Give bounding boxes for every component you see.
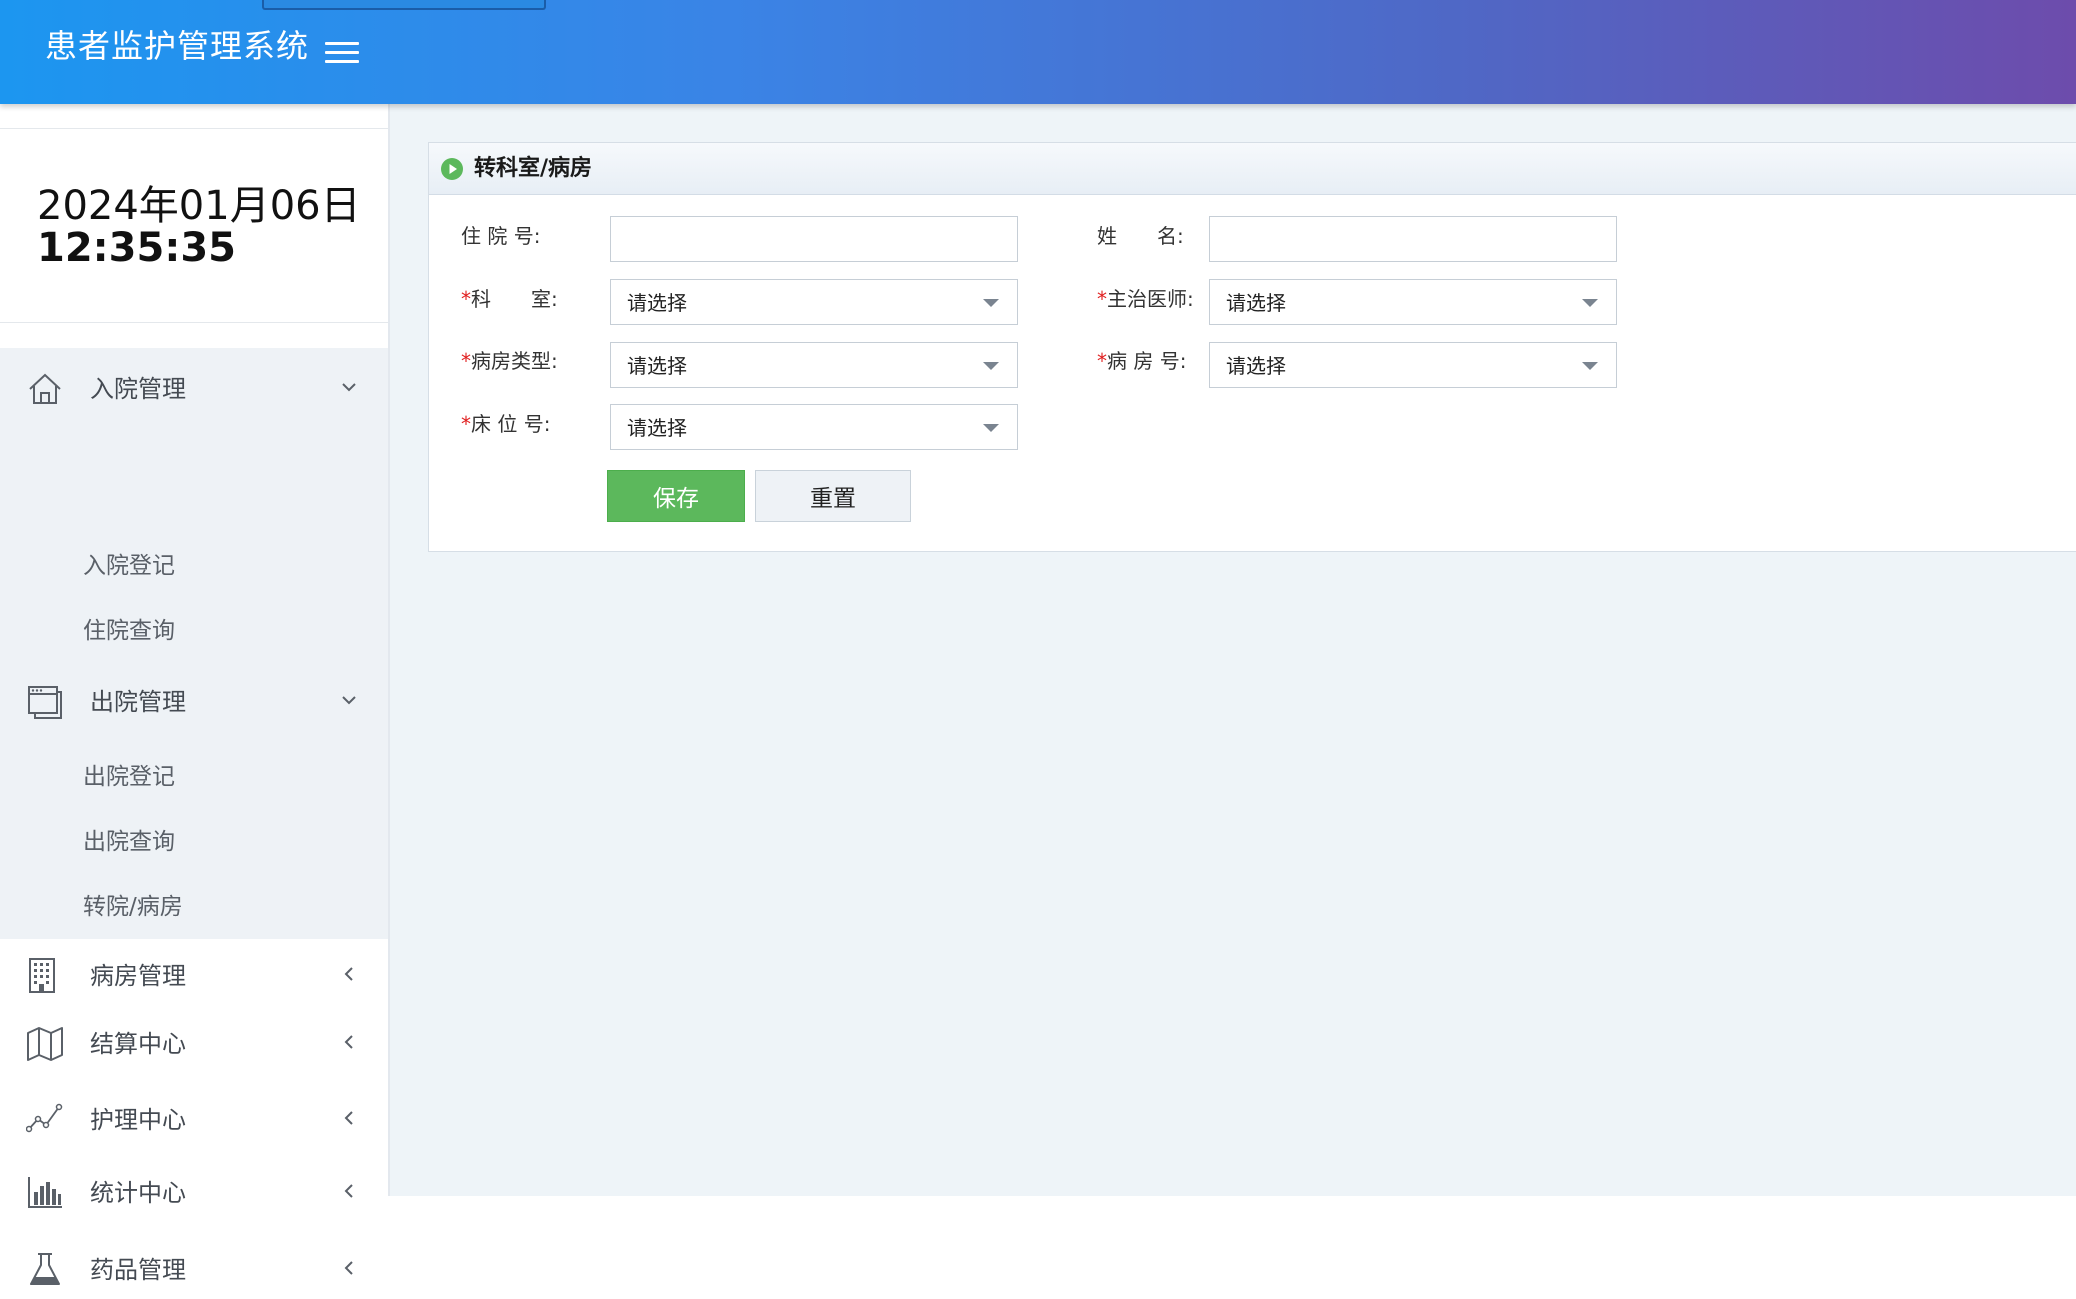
sidebar-item-label: 护理中心 [90,1106,186,1134]
sidebar-item-discharge[interactable]: 出院管理 [0,671,388,731]
bed-no-label: *床 位 号: [461,412,551,436]
caret-down-icon [983,424,999,432]
play-circle-icon [441,158,463,180]
department-select[interactable]: 请选择 [610,279,1018,325]
required-mark: * [461,412,471,436]
clock: 2024年01月06日 12:35:35 [37,184,361,268]
sidebar-subitem-discharge-register[interactable]: 出院登记 [0,747,388,807]
admission-no-label: 住 院 号: [461,224,541,248]
sidebar-item-medicine[interactable]: 药品管理 [0,1239,388,1299]
sidebar-item-label: 药品管理 [90,1256,186,1284]
main-content: 转科室/病房 住 院 号: 姓 名: *科 室: 请选择 *主治医师: 请选择 … [390,104,2076,1196]
chevron-left-icon [344,1261,353,1275]
app-title: 患者监护管理系统 [45,27,310,65]
sidebar-item-admission[interactable]: 入院管理 [0,358,388,418]
doctor-label: *主治医师: [1097,287,1194,311]
bar-chart-icon [28,1177,62,1208]
sidebar-item-label: 病房管理 [90,962,186,990]
building-icon [29,958,55,993]
sidebar-item-label: 结算中心 [90,1030,186,1058]
select-value: 请选择 [627,416,687,440]
bed-no-select[interactable]: 请选择 [610,404,1018,450]
sidebar-item-nursing[interactable]: 护理中心 [0,1089,388,1149]
sidebar-item-label: 统计中心 [90,1179,186,1207]
chevron-left-icon [344,1111,353,1125]
ward-no-label: *病 房 号: [1097,349,1187,373]
select-value: 请选择 [627,354,687,378]
divider [0,128,388,129]
menu-toggle-icon[interactable] [325,40,359,66]
sidebar-item-label: 出院管理 [90,688,186,716]
sidebar-item-ward[interactable]: 病房管理 [0,945,388,1005]
sidebar-subitem-label: 出院查询 [83,829,175,855]
sidebar-subitem-admission-register[interactable]: 入院登记 [0,536,388,596]
line-chart-icon [26,1103,63,1133]
clock-time: 12:35:35 [37,225,236,271]
top-header: 患者监护管理系统 [0,0,2076,104]
admission-no-input[interactable] [610,216,1018,262]
doctor-select[interactable]: 请选择 [1209,279,1617,325]
caret-down-icon [1582,299,1598,307]
caret-down-icon [983,362,999,370]
chevron-left-icon [344,1184,353,1198]
sidebar-subitem-transfer-ward[interactable]: 转院/病房 [0,877,388,937]
required-mark: * [1097,287,1107,311]
chevron-left-icon [344,967,353,981]
reset-button[interactable]: 重置 [755,470,911,522]
ward-no-select[interactable]: 请选择 [1209,342,1617,388]
required-mark: * [1097,349,1107,373]
select-value: 请选择 [1226,291,1286,315]
chevron-down-icon [342,383,356,392]
chevron-left-icon [344,1035,353,1049]
caret-down-icon [1582,362,1598,370]
clock-date: 2024年01月06日 [37,183,361,229]
sidebar-subitem-label: 住院查询 [83,618,175,644]
sidebar-subitem-inpatient-query[interactable]: 住院查询 [0,601,388,661]
home-icon [29,373,61,404]
sidebar-subitem-label: 转院/病房 [83,894,183,920]
select-value: 请选择 [627,291,687,315]
window-icon [28,686,62,719]
required-mark: * [461,349,471,373]
transfer-panel: 转科室/病房 住 院 号: 姓 名: *科 室: 请选择 *主治医师: 请选择 … [428,142,2076,552]
panel-header: 转科室/病房 [429,143,2076,195]
ward-type-select[interactable]: 请选择 [610,342,1018,388]
sidebar-item-label: 入院管理 [90,375,186,403]
save-button[interactable]: 保存 [607,470,745,522]
department-label: *科 室: [461,287,558,311]
sidebar-item-statistics[interactable]: 统计中心 [0,1162,388,1222]
sidebar-subitem-label: 入院登记 [83,553,175,579]
patient-name-input[interactable] [1209,216,1617,262]
ward-type-label: *病房类型: [461,349,558,373]
divider [0,322,388,323]
sidebar-subitem-discharge-query[interactable]: 出院查询 [0,812,388,872]
select-value: 请选择 [1226,354,1286,378]
sidebar-subitem-label: 出院登记 [83,764,175,790]
sidebar-item-settlement[interactable]: 结算中心 [0,1013,388,1073]
sidebar: 2024年01月06日 12:35:35 入院管理 入院登记 住院查询 出院管理… [0,104,390,1285]
map-icon [27,1027,63,1061]
panel-title: 转科室/病房 [474,156,593,181]
caret-down-icon [983,299,999,307]
patient-name-label: 姓 名: [1097,224,1184,248]
flask-icon [30,1253,60,1285]
required-mark: * [461,287,471,311]
chevron-down-icon [342,696,356,705]
header-tab-strip [262,0,546,10]
